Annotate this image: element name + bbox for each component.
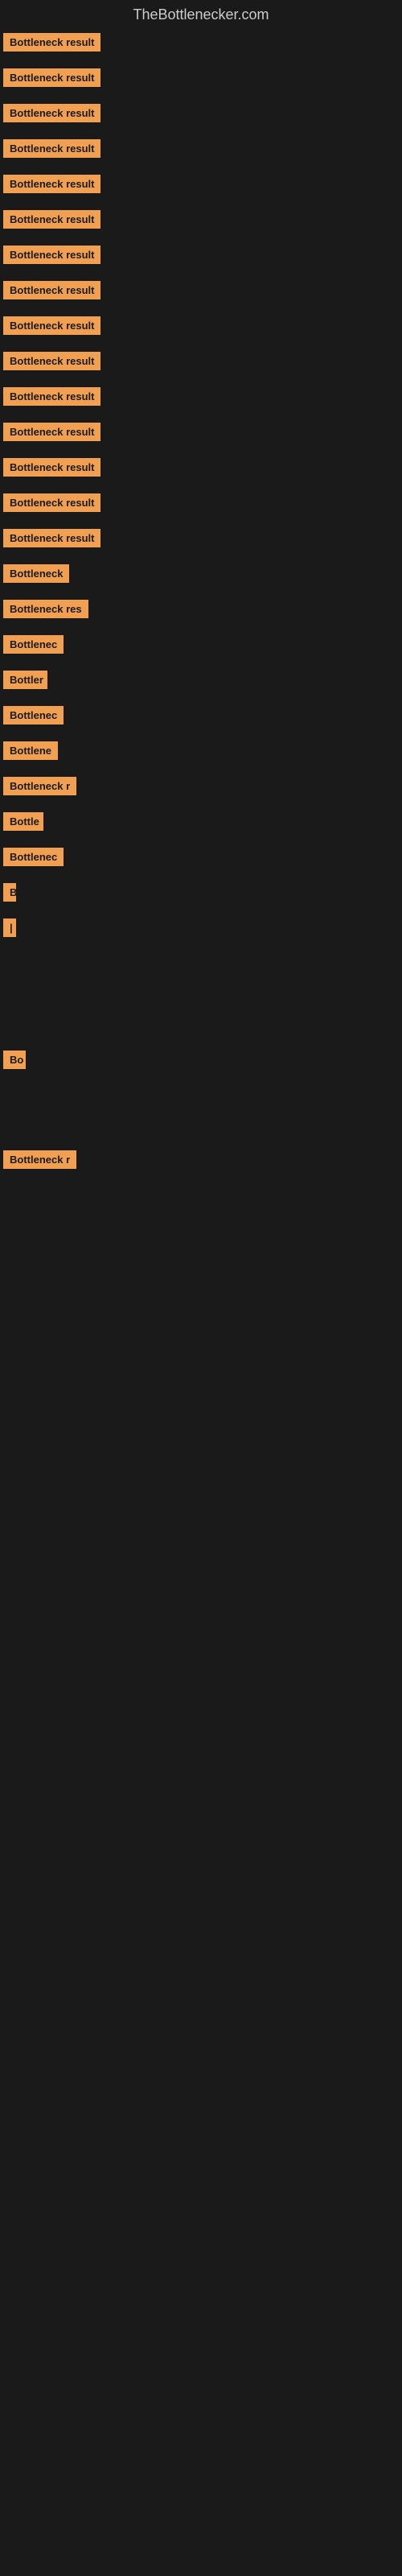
bottleneck-badge[interactable]: Bottleneck result (3, 210, 100, 229)
bottleneck-row: Bottleneck result (0, 62, 402, 97)
bottleneck-row: Bottleneck result (0, 381, 402, 416)
bottleneck-row: Bottleneck result (0, 416, 402, 452)
bottleneck-row: Bottleneck (0, 558, 402, 593)
site-title: TheBottlenecker.com (0, 0, 402, 27)
bottleneck-badge[interactable]: Bottleneck result (3, 68, 100, 87)
bottleneck-badge[interactable]: Bottleneck result (3, 458, 100, 477)
bottleneck-row: | (0, 912, 402, 947)
bottleneck-badge[interactable]: Bottleneck r (3, 777, 76, 795)
bottleneck-row: Bottleneck res (0, 593, 402, 629)
bottleneck-badge[interactable]: Bottleneck result (3, 529, 100, 547)
bottleneck-badge[interactable]: Bottleneck res (3, 600, 88, 618)
bottleneck-badge[interactable]: Bottleneck result (3, 33, 100, 52)
bottleneck-row: Bottler (0, 664, 402, 700)
bottleneck-badge[interactable]: Bottleneck result (3, 352, 100, 370)
bottleneck-row: Bottleneck result (0, 204, 402, 239)
bottleneck-row: Bottleneck result (0, 487, 402, 522)
bottleneck-row (0, 1080, 402, 1112)
bottleneck-row: Bottleneck result (0, 345, 402, 381)
bottleneck-badge[interactable]: B (3, 883, 16, 902)
bottleneck-row: Bottlene (0, 735, 402, 770)
bottleneck-row: Bottleneck result (0, 275, 402, 310)
bottleneck-row: Bottleneck result (0, 239, 402, 275)
bottleneck-badge[interactable]: Bottlenec (3, 848, 64, 866)
bottleneck-row: Bottle (0, 806, 402, 841)
bottleneck-row: Bottleneck result (0, 133, 402, 168)
bottleneck-row: Bottleneck result (0, 97, 402, 133)
bottleneck-row (0, 1244, 402, 1276)
bottleneck-badge[interactable]: Bottlenec (3, 635, 64, 654)
bottleneck-row: Bottleneck result (0, 168, 402, 204)
bottleneck-badge[interactable]: Bottleneck result (3, 139, 100, 158)
bottleneck-badge[interactable]: Bottleneck (3, 564, 69, 583)
bottleneck-badge[interactable]: Bottleneck result (3, 281, 100, 299)
bottleneck-badge[interactable]: Bottleneck r (3, 1150, 76, 1169)
bottleneck-row (0, 947, 402, 980)
bottleneck-row: Bottleneck result (0, 522, 402, 558)
site-title-bar: TheBottlenecker.com (0, 0, 402, 27)
bottleneck-row: B (0, 877, 402, 912)
bottleneck-row: Bottleneck result (0, 452, 402, 487)
bottleneck-row: Bottlenec (0, 629, 402, 664)
bottleneck-row: Bottleneck r (0, 770, 402, 806)
bottleneck-row: Bottleneck result (0, 310, 402, 345)
bottleneck-row: Bottleneck r (0, 1144, 402, 1179)
bottleneck-row: Bottlenec (0, 841, 402, 877)
bottleneck-badge[interactable]: Bottleneck result (3, 316, 100, 335)
bottleneck-badge[interactable]: Bottleneck result (3, 104, 100, 122)
bottleneck-badge[interactable]: Bottleneck result (3, 175, 100, 193)
bottleneck-badge[interactable]: | (3, 919, 16, 937)
bottleneck-row (0, 1212, 402, 1244)
bottleneck-row (0, 1012, 402, 1044)
bottleneck-row (0, 1112, 402, 1144)
bottleneck-row: Bottleneck result (0, 27, 402, 62)
bottleneck-badge[interactable]: Bottleneck result (3, 246, 100, 264)
bottleneck-row: Bo (0, 1044, 402, 1080)
bottleneck-row (0, 980, 402, 1012)
bottleneck-badge[interactable]: Bottleneck result (3, 423, 100, 441)
bottleneck-badge[interactable]: Bottler (3, 671, 47, 689)
bottleneck-row: Bottlenec (0, 700, 402, 735)
bottleneck-badge[interactable]: Bottlenec (3, 706, 64, 724)
bottleneck-badge[interactable]: Bo (3, 1051, 26, 1069)
bottleneck-badge[interactable]: Bottleneck result (3, 387, 100, 406)
bottleneck-row (0, 1179, 402, 1212)
bottleneck-badge[interactable]: Bottleneck result (3, 493, 100, 512)
rows-container: Bottleneck result Bottleneck result Bottle… (0, 27, 402, 1276)
bottleneck-badge[interactable]: Bottlene (3, 741, 58, 760)
bottleneck-badge[interactable]: Bottle (3, 812, 43, 831)
